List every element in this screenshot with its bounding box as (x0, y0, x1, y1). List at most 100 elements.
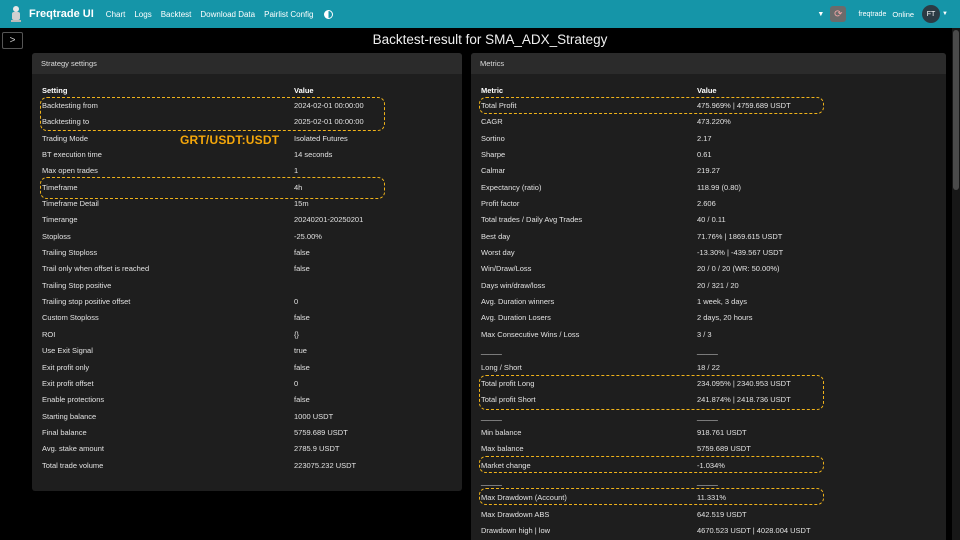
table-row: Win/Draw/Loss 20 / 0 / 20 (WR: 50.00%) (481, 261, 936, 277)
row-value: 40 / 0.11 (697, 215, 726, 225)
row-value: 20 / 321 / 20 (697, 280, 739, 290)
row-label: Enable protections (42, 395, 105, 405)
row-label: Stoploss (42, 231, 71, 241)
row-value: 118.99 (0.80) (697, 182, 742, 192)
table-row: Custom Stoploss false (42, 310, 452, 326)
row-label: ROI (42, 329, 56, 339)
row-label: BT execution time (42, 150, 102, 160)
row-label: Exit profit only (42, 362, 90, 372)
row-value: _____ (697, 346, 718, 356)
table-row: Trailing Stoploss false (42, 245, 452, 261)
row-value: true (294, 346, 307, 356)
row-value: 0 (294, 297, 299, 307)
table-row: Trailing Stop positive (42, 278, 452, 294)
row-label: Long / Short (481, 362, 522, 372)
table-row: Profit factor 2.606 (481, 196, 936, 212)
row-label: Max Drawdown ABS (481, 509, 550, 519)
row-value: false (294, 248, 310, 258)
brand-title[interactable]: Freqtrade UI (29, 8, 94, 20)
table-header-row: Metric Value (481, 82, 936, 98)
row-label: Sortino (481, 133, 505, 143)
row-label: Worst day (481, 248, 515, 258)
table-row: Expectancy (ratio) 118.99 (0.80) (481, 180, 936, 196)
nav-link-logs[interactable]: Logs (134, 10, 151, 19)
row-label: Timerange (42, 215, 78, 225)
table-row: Exit profit only false (42, 360, 452, 376)
nav-link-backtest[interactable]: Backtest (161, 10, 192, 19)
table-row: Min balance 918.761 USDT (481, 425, 936, 441)
row-label: Total trades / Daily Avg Trades (481, 215, 583, 225)
avatar-caret-icon[interactable]: ▼ (942, 11, 948, 17)
table-row: Avg. Duration Losers 2 days, 20 hours (481, 310, 936, 326)
row-label: Trailing stop positive offset (42, 297, 131, 307)
nav-link-pairlist-config[interactable]: Pairlist Config (264, 10, 313, 19)
row-value: false (294, 362, 310, 372)
row-value: 18 / 22 (697, 362, 720, 372)
row-value: 223075.232 USDT (294, 460, 357, 470)
table-row: Drawdown high | low 4670.523 USDT | 4028.… (481, 523, 936, 539)
row-value: {} (294, 329, 300, 339)
freqtrade-logo-icon[interactable] (9, 5, 23, 23)
table-row: Final balance 5759.689 USDT (42, 425, 452, 441)
table-row: BT execution time 14 seconds (42, 147, 452, 163)
row-value: 473.220% (697, 117, 731, 127)
table-row: Avg. Duration winners 1 week, 3 days (481, 294, 936, 310)
table-row: ROI {} (42, 327, 452, 343)
table-row: Enable protections false (42, 392, 452, 408)
row-label: Final balance (42, 427, 87, 437)
row-label: Trading Mode (42, 133, 88, 143)
row-label: Calmar (481, 166, 506, 176)
table-row: Total trade volume 223075.232 USDT (42, 458, 452, 474)
row-value: 20 / 0 / 20 (WR: 50.00%) (697, 264, 780, 274)
row-value: 4670.523 USDT | 4028.004 USDT (697, 525, 811, 535)
highlight-total-profit (479, 97, 824, 114)
table-row: Total trades / Daily Avg Trades 40 / 0.11 (481, 212, 936, 228)
row-label: Avg. Duration winners (481, 297, 555, 307)
row-value: 2.17 (697, 133, 712, 143)
row-value: 2.606 (697, 199, 716, 209)
nav-link-download-data[interactable]: Download Data (200, 10, 255, 19)
table-row: Best day 71.76% | 1869.615 USDT (481, 229, 936, 245)
row-label: Avg. Duration Losers (481, 313, 551, 323)
row-label: Custom Stoploss (42, 313, 99, 323)
metrics-header: Metrics (471, 53, 946, 74)
table-row: _____ _____ (481, 409, 936, 425)
refresh-button[interactable]: ⟳ (830, 6, 847, 22)
row-value: 0.61 (697, 150, 712, 160)
highlight-backtest-period (40, 97, 385, 131)
avatar[interactable]: FT (922, 5, 941, 23)
table-row: Calmar 219.27 (481, 163, 936, 179)
highlight-profit-long-short (479, 375, 824, 410)
row-value: 642.519 USDT (697, 509, 747, 519)
row-label: Max Consecutive Wins / Loss (481, 329, 580, 339)
bot-dropdown-caret-icon[interactable]: ▼ (817, 11, 824, 18)
page-scrollbar-thumb[interactable] (953, 30, 959, 190)
table-row: Days win/draw/loss 20 / 321 / 20 (481, 278, 936, 294)
bot-name[interactable]: freqtrade (858, 11, 886, 18)
table-row: Trailing stop positive offset 0 (42, 294, 452, 310)
row-value: 1 week, 3 days (697, 297, 748, 307)
row-label: CAGR (481, 117, 503, 127)
table-row: Max Drawdown ABS 642.519 USDT (481, 507, 936, 523)
highlight-market-change (479, 456, 824, 473)
table-row: Sharpe 0.61 (481, 147, 936, 163)
table-row: Use Exit Signal true (42, 343, 452, 359)
row-label: Min balance (481, 427, 522, 437)
row-value: false (294, 264, 310, 274)
row-value: _____ (697, 411, 718, 421)
row-label: Sharpe (481, 150, 506, 160)
strategy-settings-card: Strategy settings Setting Value Backtest… (32, 53, 462, 491)
row-value: -25.00% (294, 231, 322, 241)
nav-link-chart[interactable]: Chart (106, 10, 126, 19)
table-row: CAGR 473.220% (481, 114, 936, 130)
row-value: 5759.689 USDT (294, 427, 348, 437)
row-value: Isolated Futures (294, 133, 348, 143)
table-header-row: Setting Value (42, 82, 452, 98)
row-value: 0 (294, 378, 299, 388)
theme-toggle-icon[interactable] (324, 9, 334, 19)
row-value: -13.30% | -439.567 USDT (697, 248, 784, 258)
row-label: Trailing Stop positive (42, 280, 112, 290)
row-value: 2 days, 20 hours (697, 313, 753, 323)
row-label: _____ (481, 346, 502, 356)
table-row: Avg. stake amount 2785.9 USDT (42, 441, 452, 457)
